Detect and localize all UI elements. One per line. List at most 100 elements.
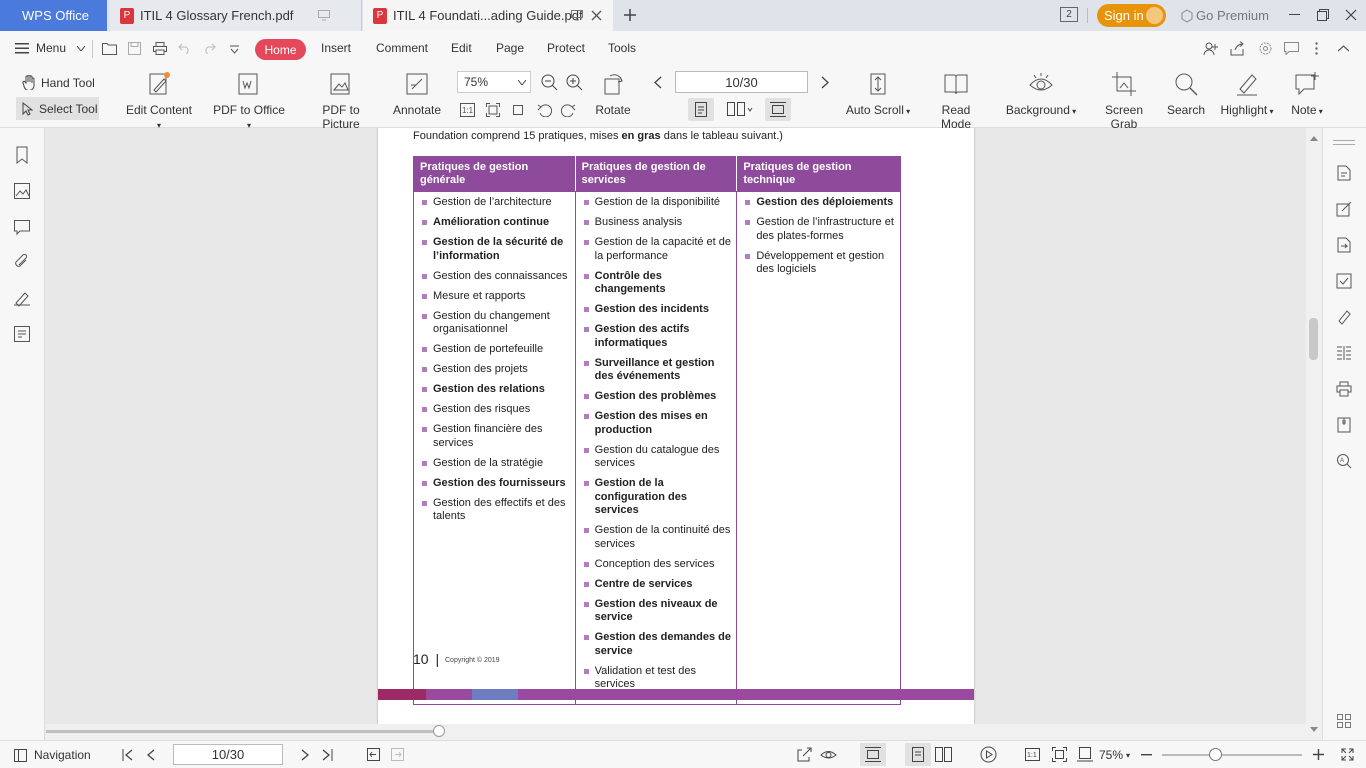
scroll-down-icon[interactable] xyxy=(1310,727,1318,732)
collapse-ribbon-icon[interactable] xyxy=(1338,45,1349,52)
tab-protect[interactable]: Protect xyxy=(547,41,585,55)
page-number-input[interactable]: 10/30 xyxy=(675,71,808,93)
monitor-icon[interactable] xyxy=(318,10,330,21)
save-icon[interactable] xyxy=(128,42,141,55)
read-mode-button[interactable]: Read Mode xyxy=(925,71,987,131)
main-menu-button[interactable]: Menu xyxy=(15,41,66,55)
zoom-out-icon[interactable] xyxy=(541,74,558,91)
prev-page-icon[interactable] xyxy=(147,749,155,761)
horizontal-scrollbar[interactable] xyxy=(46,724,1310,740)
compare-columns-icon[interactable] xyxy=(1336,345,1352,361)
navigation-toggle[interactable]: Navigation xyxy=(14,748,91,762)
settings-gear-icon[interactable] xyxy=(1258,41,1273,56)
scroll-thumb[interactable] xyxy=(433,725,445,737)
close-icon[interactable] xyxy=(591,10,602,21)
note-button[interactable]: Note ▾ xyxy=(1288,71,1326,117)
fit-page-icon[interactable] xyxy=(486,103,500,117)
comments-panel-icon[interactable] xyxy=(13,218,31,236)
apps-grid-icon[interactable] xyxy=(1337,714,1351,728)
document-canvas[interactable]: Foundation comprend 15 pratiques, mises … xyxy=(46,128,1310,725)
forward-icon[interactable] xyxy=(391,748,404,761)
pdf-to-office-button[interactable]: PDF to Office ▾ xyxy=(210,71,288,131)
wps-office-tab[interactable]: WPS Office xyxy=(0,0,107,31)
open-folder-icon[interactable] xyxy=(102,42,117,55)
redo-icon[interactable] xyxy=(203,43,216,54)
restore-icon[interactable] xyxy=(1317,9,1329,21)
tab-comment[interactable]: Comment xyxy=(376,41,428,55)
fit-page-icon[interactable] xyxy=(1052,747,1067,762)
print-icon[interactable] xyxy=(153,42,167,55)
monitor-icon[interactable] xyxy=(571,10,583,21)
zoom-slider-thumb[interactable] xyxy=(1209,748,1222,761)
next-page-icon[interactable] xyxy=(821,76,829,89)
auto-scroll-button[interactable]: Auto Scroll ▾ xyxy=(845,71,911,117)
zoom-in-icon[interactable] xyxy=(566,74,583,91)
select-tool-button[interactable]: Select Tool xyxy=(16,97,99,120)
ocr-search-icon[interactable]: A xyxy=(1336,453,1352,469)
tab-tools[interactable]: Tools xyxy=(608,41,636,55)
rotate-right-icon[interactable] xyxy=(561,103,576,117)
status-page-input[interactable]: 10/30 xyxy=(173,744,283,765)
sign-pen-icon[interactable] xyxy=(1336,309,1352,325)
scroll-up-icon[interactable] xyxy=(1310,136,1318,141)
tab-home[interactable]: Home xyxy=(255,39,306,60)
sign-in-button[interactable]: Sign in xyxy=(1097,4,1166,27)
file-edit-icon[interactable] xyxy=(1336,165,1352,181)
file-convert-icon[interactable] xyxy=(1336,237,1352,253)
export-icon[interactable] xyxy=(797,747,813,762)
tab-glossary-french[interactable]: P ITIL 4 Glossary French.pdf xyxy=(110,0,362,31)
vertical-scrollbar[interactable] xyxy=(1306,128,1322,740)
share-icon[interactable] xyxy=(1230,41,1245,56)
share-person-icon[interactable] xyxy=(1203,41,1218,56)
fullscreen-icon[interactable] xyxy=(1341,748,1354,761)
eye-protection-icon[interactable] xyxy=(820,747,837,762)
minimize-icon[interactable] xyxy=(1289,14,1300,16)
customize-icon[interactable] xyxy=(230,45,239,54)
edit-content-button[interactable]: Edit Content ▾ xyxy=(123,71,195,131)
last-page-icon[interactable] xyxy=(322,749,333,761)
signature-icon[interactable] xyxy=(13,289,31,307)
hand-tool-button[interactable]: Hand Tool xyxy=(22,75,95,90)
attachment-icon[interactable] xyxy=(13,253,31,271)
actual-size-icon[interactable]: 1:1 xyxy=(1025,748,1040,761)
window-close-icon[interactable] xyxy=(1345,9,1357,21)
two-page-icon[interactable] xyxy=(727,102,753,117)
first-page-icon[interactable] xyxy=(122,749,133,761)
comment-icon[interactable] xyxy=(1284,42,1299,55)
pdf-to-picture-button[interactable]: PDF to Picture xyxy=(304,71,378,131)
annotate-button[interactable]: Annotate xyxy=(390,71,444,117)
rotate-button[interactable]: Rotate xyxy=(594,71,632,117)
back-icon[interactable] xyxy=(367,748,380,761)
actual-size-icon[interactable]: 1:1 xyxy=(460,103,475,117)
document-info-icon[interactable] xyxy=(13,325,31,343)
rotate-left-icon[interactable] xyxy=(537,103,552,117)
chevron-down-icon[interactable] xyxy=(77,46,85,51)
tab-edit[interactable]: Edit xyxy=(451,41,472,55)
highlight-button[interactable]: Highlight ▾ xyxy=(1217,71,1277,117)
two-page-icon[interactable] xyxy=(935,747,952,762)
compress-icon[interactable] xyxy=(1336,417,1352,433)
next-page-icon[interactable] xyxy=(301,749,309,761)
background-button[interactable]: Background ▾ xyxy=(1005,71,1077,117)
prev-page-icon[interactable] xyxy=(654,76,662,89)
sidebar-expand-icon[interactable] xyxy=(1333,140,1355,145)
zoom-in-icon[interactable] xyxy=(1313,749,1324,760)
zoom-out-icon[interactable] xyxy=(1141,754,1152,756)
play-slideshow-icon[interactable] xyxy=(980,746,997,763)
search-button[interactable]: Search xyxy=(1166,71,1206,117)
thumbnails-icon[interactable] xyxy=(13,182,31,200)
window-count-badge[interactable]: 2 xyxy=(1060,7,1078,22)
edit-pen-icon[interactable] xyxy=(1336,201,1352,217)
tab-page[interactable]: Page xyxy=(496,41,524,55)
zoom-slider-track[interactable] xyxy=(1162,754,1302,756)
checklist-icon[interactable] xyxy=(1336,273,1352,289)
fit-width-icon[interactable] xyxy=(1077,747,1093,762)
scroll-thumb[interactable] xyxy=(1309,318,1318,360)
new-tab-plus-icon[interactable] xyxy=(623,8,637,22)
bookmark-icon[interactable] xyxy=(13,146,31,164)
more-options-icon[interactable] xyxy=(1315,42,1318,55)
undo-icon[interactable] xyxy=(178,43,191,54)
print-icon[interactable] xyxy=(1336,381,1352,397)
zoom-select[interactable]: 75% xyxy=(457,71,531,93)
zoom-level-dropdown[interactable]: 75% ▾ xyxy=(1099,748,1130,762)
